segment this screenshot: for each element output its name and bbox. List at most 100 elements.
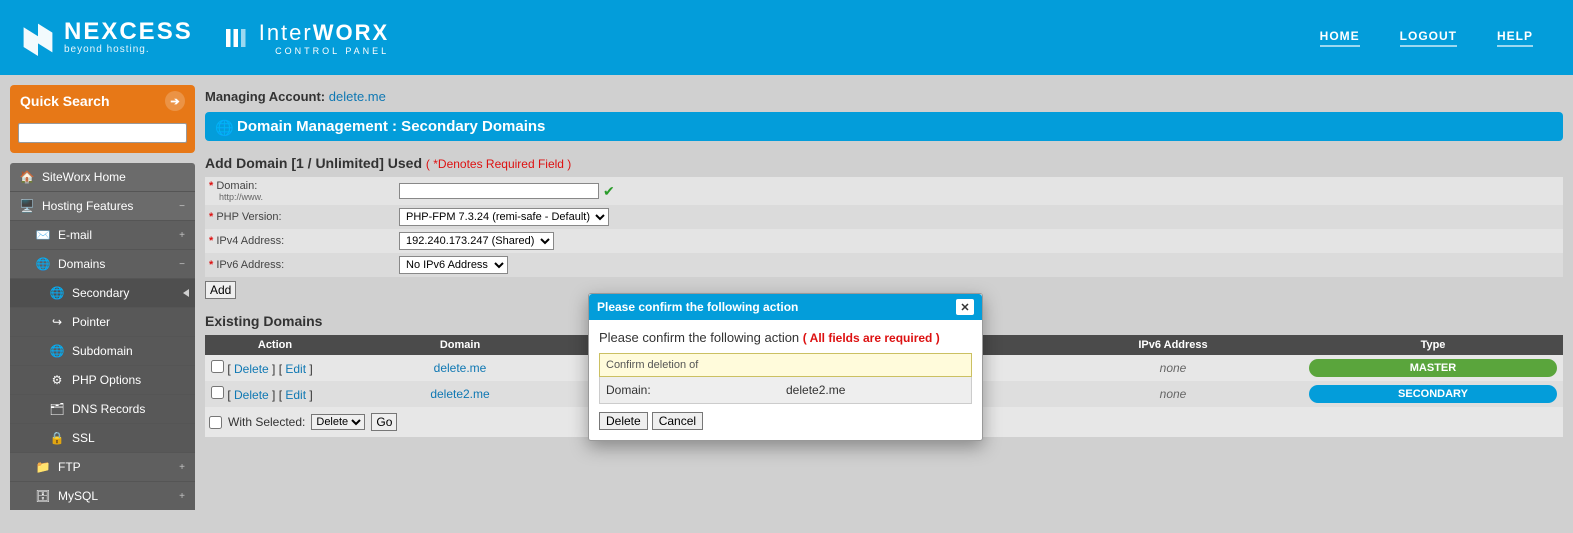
sidebar-item-mysql[interactable]: 🗄 MySQL + (10, 482, 195, 510)
sidebar-item-siteworx-home[interactable]: 🏠 SiteWorx Home (10, 163, 195, 192)
dialog-cancel-button[interactable]: Cancel (652, 412, 703, 430)
lock-icon: 🔒 (50, 431, 64, 445)
pointer-icon: ↪ (50, 315, 64, 329)
sidebar: Quick Search ➔ 🏠 SiteWorx Home 🖥️ Hostin… (10, 85, 195, 510)
sidebar-label: Hosting Features (42, 199, 133, 213)
globe-icon: 🌐 (50, 344, 64, 358)
dialog-title-text: Please confirm the following action (597, 300, 798, 314)
col-action: Action (205, 335, 345, 355)
sidebar-item-subdomain[interactable]: 🌐 Subdomain (10, 337, 195, 366)
col-type: Type (1303, 335, 1563, 355)
expand-icon: + (179, 491, 185, 502)
sidebar-nav: 🏠 SiteWorx Home 🖥️ Hosting Features − ✉️… (10, 163, 195, 510)
dialog-delete-button[interactable]: Delete (599, 412, 648, 430)
quick-search-input[interactable] (18, 123, 187, 143)
sidebar-label: FTP (58, 460, 81, 474)
interworx-brand: InterWORX (259, 20, 389, 46)
expand-icon: + (179, 230, 185, 241)
sidebar-label: SiteWorx Home (42, 170, 126, 184)
domain-link[interactable]: delete.me (434, 361, 487, 375)
ipv6-select[interactable]: No IPv6 Address (399, 256, 508, 274)
sidebar-label: PHP Options (72, 373, 141, 387)
ipv4-select[interactable]: 192.240.173.247 (Shared) (399, 232, 554, 250)
sidebar-item-ssl[interactable]: 🔒 SSL (10, 424, 195, 453)
form-row-php: * PHP Version: PHP-FPM 7.3.24 (remi-safe… (205, 205, 1563, 229)
app-header: NEXCESS beyond hosting. InterWORX CONTRO… (0, 0, 1573, 75)
quick-search-go-icon[interactable]: ➔ (165, 91, 185, 111)
ftp-icon: 📁 (36, 460, 50, 474)
add-domain-form: * Domain:http://www. ✔ * PHP Version: PH… (205, 177, 1563, 277)
dns-icon: 🗂 (50, 402, 64, 416)
confirm-dialog: Please confirm the following action ✕ Pl… (588, 293, 983, 441)
edit-link[interactable]: Edit (285, 362, 306, 376)
with-selected-label: With Selected: (228, 415, 305, 429)
type-badge: MASTER (1309, 359, 1557, 377)
quick-search-panel: Quick Search ➔ (10, 85, 195, 153)
managing-label: Managing Account: (205, 89, 329, 104)
ipv6-label: IPv6 Address: (216, 259, 284, 271)
ipv6-cell: none (1043, 355, 1303, 381)
collapse-icon: − (179, 259, 185, 270)
col-domain: Domain (345, 335, 575, 355)
domain-hint: http://www. (209, 192, 399, 202)
sidebar-item-dns-records[interactable]: 🗂 DNS Records (10, 395, 195, 424)
globe-icon: 🌐 (215, 119, 231, 135)
sidebar-item-email[interactable]: ✉️ E-mail + (10, 221, 195, 250)
sidebar-item-hosting-features[interactable]: 🖥️ Hosting Features − (10, 192, 195, 221)
domain-input[interactable] (399, 183, 599, 199)
row-checkbox[interactable] (211, 386, 224, 399)
php-label: PHP Version: (216, 211, 281, 223)
add-button[interactable]: Add (205, 281, 236, 299)
check-icon: ✔ (603, 183, 615, 200)
collapse-icon: − (179, 201, 185, 212)
delete-link[interactable]: Delete (234, 388, 269, 402)
logo-area: NEXCESS beyond hosting. InterWORX CONTRO… (20, 20, 1320, 56)
go-button[interactable]: Go (371, 413, 397, 431)
managing-account: Managing Account: delete.me (205, 85, 1563, 112)
select-all-checkbox[interactable] (209, 416, 222, 429)
nexcess-logo: NEXCESS beyond hosting. (20, 20, 193, 56)
dialog-message: Please confirm the following action ( Al… (599, 330, 972, 345)
gear-icon: ⚙ (50, 373, 64, 387)
header-nav: HOME LOGOUT HELP (1320, 29, 1553, 47)
globe-icon: 🌐 (36, 257, 50, 271)
add-domain-heading: Add Domain [1 / Unlimited] Used ( *Denot… (205, 155, 1563, 171)
dialog-domain-value: delete2.me (786, 383, 845, 397)
page-title-text: Domain Management : Secondary Domains (237, 118, 545, 135)
interworx-logo: InterWORX CONTROL PANEL (223, 20, 389, 56)
form-row-domain: * Domain:http://www. ✔ (205, 177, 1563, 205)
managing-account-link[interactable]: delete.me (329, 89, 386, 104)
type-badge: SECONDARY (1309, 385, 1557, 403)
row-checkbox[interactable] (211, 360, 224, 373)
home-icon: 🏠 (20, 170, 34, 184)
mail-icon: ✉️ (36, 228, 50, 242)
sidebar-label: MySQL (58, 489, 98, 503)
sidebar-item-php-options[interactable]: ⚙ PHP Options (10, 366, 195, 395)
sidebar-item-pointer[interactable]: ↪ Pointer (10, 308, 195, 337)
nav-logout[interactable]: LOGOUT (1400, 29, 1457, 47)
dialog-domain-row: Domain: delete2.me (599, 377, 972, 404)
domain-link[interactable]: delete2.me (430, 387, 489, 401)
sidebar-item-secondary[interactable]: 🌐 Secondary (10, 279, 195, 308)
globe-icon: 🌐 (50, 286, 64, 300)
php-version-select[interactable]: PHP-FPM 7.3.24 (remi-safe - Default) (399, 208, 609, 226)
page-title: 🌐 Domain Management : Secondary Domains (205, 112, 1563, 141)
sidebar-item-ftp[interactable]: 📁 FTP + (10, 453, 195, 482)
nexcess-mark-icon (20, 20, 56, 56)
dialog-titlebar[interactable]: Please confirm the following action ✕ (589, 294, 982, 320)
sidebar-label: DNS Records (72, 402, 145, 416)
edit-link[interactable]: Edit (285, 388, 306, 402)
ipv4-label: IPv4 Address: (216, 235, 284, 247)
nav-help[interactable]: HELP (1497, 29, 1533, 47)
dialog-confirm-box: Confirm deletion of (599, 353, 972, 377)
sidebar-item-domains[interactable]: 🌐 Domains − (10, 250, 195, 279)
interworx-mark-icon (223, 23, 253, 53)
database-icon: 🗄 (36, 489, 50, 503)
delete-link[interactable]: Delete (234, 362, 269, 376)
domain-label: Domain: (216, 180, 257, 192)
nexcess-brand: NEXCESS (64, 20, 193, 44)
dialog-close-button[interactable]: ✕ (956, 299, 974, 315)
bulk-action-select[interactable]: Delete (311, 414, 365, 430)
sidebar-label: Subdomain (72, 344, 133, 358)
nav-home[interactable]: HOME (1320, 29, 1360, 47)
